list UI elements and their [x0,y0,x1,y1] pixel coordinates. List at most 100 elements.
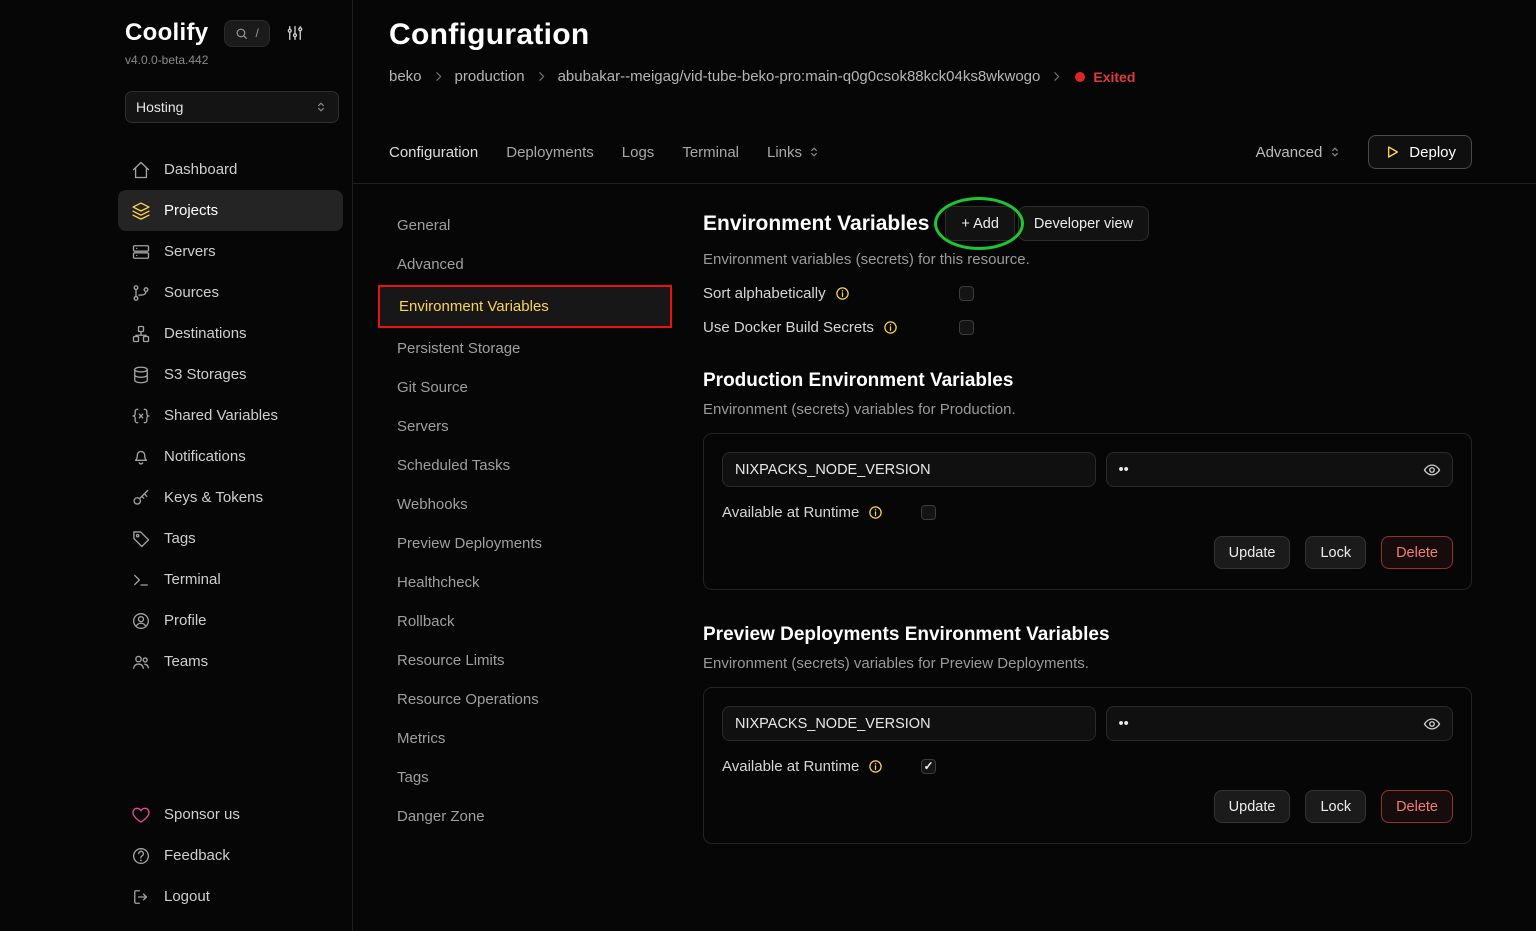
preview-env-var-card: Available at Runtime Update Lock Delete [703,687,1472,844]
subnav-item-metrics[interactable]: Metrics [389,719,672,758]
subnav-item-rollback[interactable]: Rollback [389,602,672,641]
app-version: v4.0.0-beta.442 [125,53,339,67]
variable-icon [131,406,151,426]
breadcrumb: beko production abubakar--meigag/vid-tub… [389,68,1472,85]
info-icon[interactable] [868,759,883,774]
sort-alphabetically-row: Sort alphabetically [703,285,1472,302]
breadcrumb-environment[interactable]: production [455,68,525,85]
status-badge: Exited [1075,69,1135,85]
reveal-value-button[interactable] [1423,715,1441,733]
available-at-runtime-checkbox[interactable] [921,759,936,774]
delete-button[interactable]: Delete [1381,790,1453,823]
configuration-content: General Advanced Environment Variables P… [389,184,1472,931]
subnav-item-webhooks[interactable]: Webhooks [389,485,672,524]
coolify-app: { "colors": { "accent_yellow": "#fcd452"… [0,0,1536,931]
sidebar-item-tags[interactable]: Tags [118,518,343,559]
sidebar-item-shared-variables[interactable]: Shared Variables [118,395,343,436]
reveal-value-button[interactable] [1423,461,1441,479]
annotation-rectangle: Environment Variables [378,285,672,328]
deploy-button[interactable]: Deploy [1368,135,1472,169]
sidebar-item-s3-storages[interactable]: S3 Storages [118,354,343,395]
sidebar-item-projects[interactable]: Projects [118,190,343,231]
sidebar-spacer [125,682,339,768]
terminal-icon [131,570,151,590]
tab-links[interactable]: Links [767,144,821,161]
help-icon [131,846,151,866]
developer-view-button[interactable]: Developer view [1018,206,1149,241]
sidebar-item-teams[interactable]: Teams [118,641,343,682]
tab-deployments[interactable]: Deployments [506,144,594,161]
team-selector[interactable]: Hosting [125,91,339,123]
resource-tabs: Configuration Deployments Logs Terminal … [389,135,1472,169]
env-var-value-input[interactable] [1106,706,1454,741]
sidebar-item-servers[interactable]: Servers [118,231,343,272]
subnav-item-git-source[interactable]: Git Source [389,368,672,407]
app-logo: Coolify [125,19,208,47]
sidebar-header: Coolify / [125,16,339,50]
delete-button[interactable]: Delete [1381,536,1453,569]
env-var-name-input[interactable] [722,706,1096,741]
subnav-item-servers[interactable]: Servers [389,407,672,446]
lock-button[interactable]: Lock [1305,536,1366,569]
sidebar-item-logout[interactable]: Logout [118,876,343,917]
env-vars-heading: Environment Variables [703,212,929,236]
chevron-up-down-icon [314,100,328,114]
subnav-item-persistent-storage[interactable]: Persistent Storage [389,329,672,368]
subnav-item-tags[interactable]: Tags [389,758,672,797]
heart-icon [131,805,151,825]
search-button[interactable]: / [224,20,269,47]
sidebar-item-destinations[interactable]: Destinations [118,313,343,354]
subnav-item-general[interactable]: General [389,206,672,245]
tab-configuration[interactable]: Configuration [389,144,478,161]
docker-build-secrets-label: Use Docker Build Secrets [703,319,874,336]
info-icon[interactable] [835,286,850,301]
subnav-item-resource-operations[interactable]: Resource Operations [389,680,672,719]
bell-icon [131,447,151,467]
update-button[interactable]: Update [1214,536,1291,569]
team-selector-value: Hosting [136,99,183,115]
subnav-item-healthcheck[interactable]: Healthcheck [389,563,672,602]
sort-alphabetically-checkbox[interactable] [959,286,974,301]
status-dot-icon [1075,72,1085,82]
env-var-name-input[interactable] [722,452,1096,487]
breadcrumb-project[interactable]: beko [389,68,422,85]
subnav-item-preview-deployments[interactable]: Preview Deployments [389,524,672,563]
production-env-subtitle: Environment (secrets) variables for Prod… [703,401,1472,418]
sidebar-item-notifications[interactable]: Notifications [118,436,343,477]
add-button-wrap: + Add [945,206,1015,241]
sidebar-item-keys-tokens[interactable]: Keys & Tokens [118,477,343,518]
docker-build-secrets-row: Use Docker Build Secrets [703,319,1472,336]
config-subnav: General Advanced Environment Variables P… [389,206,672,931]
subnav-item-scheduled-tasks[interactable]: Scheduled Tasks [389,446,672,485]
add-variable-button[interactable]: + Add [945,206,1015,241]
subnav-item-advanced[interactable]: Advanced [389,245,672,284]
sidebar-item-feedback[interactable]: Feedback [118,835,343,876]
sliders-icon [286,24,304,42]
available-at-runtime-checkbox[interactable] [921,505,936,520]
subnav-item-resource-limits[interactable]: Resource Limits [389,641,672,680]
info-icon[interactable] [883,320,898,335]
sidebar-item-sponsor-us[interactable]: Sponsor us [118,794,343,835]
tab-logs[interactable]: Logs [622,144,655,161]
preview-env-title: Preview Deployments Environment Variable… [703,624,1472,646]
info-icon[interactable] [868,505,883,520]
main-content: Configuration beko production abubakar--… [353,0,1536,931]
server-icon [131,242,151,262]
docker-build-secrets-checkbox[interactable] [959,320,974,335]
sidebar-item-terminal[interactable]: Terminal [118,559,343,600]
lock-button[interactable]: Lock [1305,790,1366,823]
sidebar-item-dashboard[interactable]: Dashboard [118,149,343,190]
subnav-item-environment-variables[interactable]: Environment Variables [380,287,670,326]
sort-alphabetically-label: Sort alphabetically [703,285,826,302]
tab-terminal[interactable]: Terminal [682,144,739,161]
subnav-item-danger-zone[interactable]: Danger Zone [389,797,672,836]
git-branch-icon [131,283,151,303]
sidebar-item-profile[interactable]: Profile [118,600,343,641]
available-at-runtime-label: Available at Runtime [722,758,859,775]
update-button[interactable]: Update [1214,790,1291,823]
env-var-value-input[interactable] [1106,452,1454,487]
filters-button[interactable] [286,24,304,42]
sidebar-item-sources[interactable]: Sources [118,272,343,313]
advanced-menu-button[interactable]: Advanced [1256,144,1343,161]
sidebar: Coolify / v4.0.0-beta.442 Hosting Dashbo… [0,0,353,931]
